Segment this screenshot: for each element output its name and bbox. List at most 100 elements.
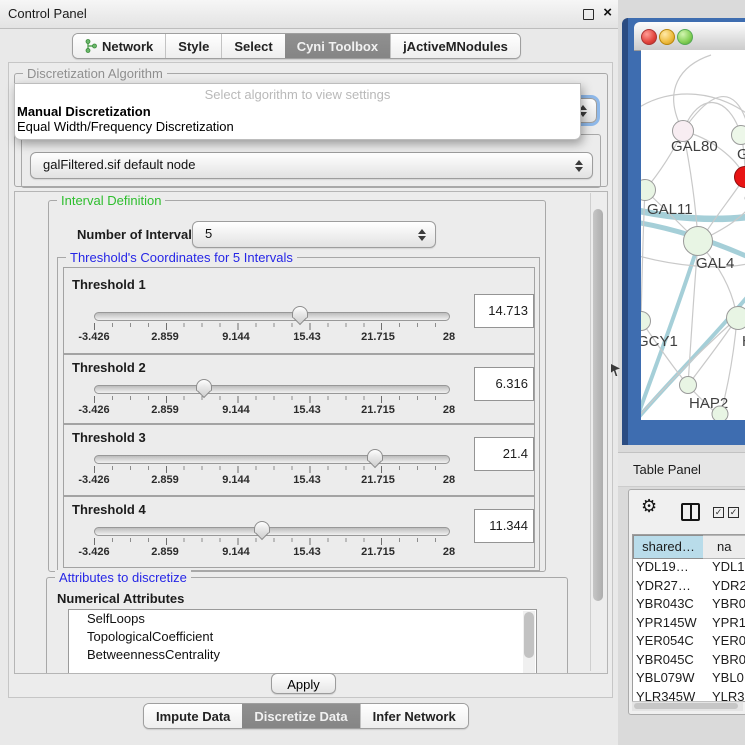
algorithm-option-equal-width[interactable]: Equal Width/Frequency Discretization: [17, 119, 234, 134]
cell[interactable]: YBL0: [712, 669, 745, 687]
table-horizontal-scrollbar[interactable]: [632, 701, 743, 711]
slider-track[interactable]: [94, 527, 450, 536]
tab-network[interactable]: Network: [73, 34, 165, 58]
cell[interactable]: YLR3: [712, 688, 745, 703]
table-row[interactable]: YBR043C YBR0: [633, 595, 745, 614]
tab-style[interactable]: Style: [165, 34, 221, 58]
scale-tick-label: 2.859: [151, 404, 179, 416]
threshold-4-value-field[interactable]: 11.344: [474, 509, 534, 543]
scrollbar-thumb[interactable]: [634, 703, 738, 709]
scale-tick-label: 21.715: [361, 404, 395, 416]
tab-infer-network[interactable]: Infer Network: [360, 704, 468, 728]
cyni-toolbox-panel: Discretization Algorithm Select algorith…: [8, 62, 613, 698]
network-node-gal4[interactable]: [683, 226, 713, 256]
threshold-4-slider[interactable]: -3.426 2.859 9.144 15.43 21.715 28: [94, 523, 450, 557]
control-panel-window: Control Panel × Network Style Select Cyn…: [0, 0, 619, 745]
threshold-coordinates-group-title: Threshold's Coordinates for 5 Intervals: [66, 250, 297, 265]
threshold-2-slider[interactable]: -3.426 2.859 9.144 15.43 21.715 28: [94, 381, 450, 415]
table-row[interactable]: YBR045C YBR0: [633, 651, 745, 670]
settings-vertical-scrollbar[interactable]: [590, 193, 606, 671]
close-traffic-light-icon[interactable]: [641, 29, 657, 45]
cell[interactable]: YDL1: [712, 558, 745, 576]
cell[interactable]: YER054C: [636, 632, 702, 650]
tab-select-label: Select: [234, 39, 272, 54]
list-item[interactable]: SelfLoops: [69, 610, 536, 628]
list-scrollbar[interactable]: [523, 611, 535, 674]
scale-tick-label: 9.144: [222, 331, 250, 343]
table-row[interactable]: YDR27… YDR2: [633, 577, 745, 596]
cell[interactable]: YBR045C: [636, 651, 702, 669]
cell[interactable]: YBR0: [712, 595, 745, 613]
float-window-icon[interactable]: [583, 9, 594, 20]
table-data-combobox[interactable]: galFiltered.sif default node: [30, 152, 593, 179]
list-item[interactable]: BetweennessCentrality: [69, 646, 536, 664]
cell[interactable]: YDR2: [712, 577, 745, 595]
list-item[interactable]: TopologicalCoefficient: [69, 628, 536, 646]
tab-impute-data[interactable]: Impute Data: [144, 704, 242, 728]
discretization-algorithm-group-title: Discretization Algorithm: [23, 66, 167, 81]
table-row[interactable]: YLR345W YLR3: [633, 688, 745, 703]
tab-discretize-data[interactable]: Discretize Data: [242, 704, 359, 728]
close-icon[interactable]: ×: [603, 4, 612, 21]
cell[interactable]: YBL079W: [636, 669, 702, 687]
slider-scale-labels: -3.426 2.859 9.144 15.43 21.715 28: [94, 331, 449, 343]
threshold-3-value-field[interactable]: 21.4: [474, 437, 534, 471]
table-row[interactable]: YBL079W YBL0: [633, 669, 745, 688]
scale-tick-label: 21.715: [361, 474, 395, 486]
tab-cyni-toolbox[interactable]: Cyni Toolbox: [285, 34, 390, 58]
cell[interactable]: YDR27…: [636, 577, 702, 595]
table-row[interactable]: YPR145W YPR1: [633, 614, 745, 633]
scale-tick-label: -3.426: [78, 331, 109, 343]
scale-tick-label: 2.859: [151, 331, 179, 343]
table-panel-title: Table Panel: [633, 453, 701, 486]
scrollbar-thumb[interactable]: [524, 612, 534, 658]
scale-tick-label: 28: [443, 474, 455, 486]
threshold-1-value-field[interactable]: 14.713: [474, 294, 534, 328]
apply-button[interactable]: Apply: [271, 673, 336, 694]
tab-select[interactable]: Select: [221, 34, 284, 58]
zoom-traffic-light-icon[interactable]: [677, 29, 693, 45]
column-header-name[interactable]: na: [703, 535, 745, 559]
table-row[interactable]: YER054C YER0: [633, 632, 745, 651]
algorithm-option-manual[interactable]: Manual Discretization: [17, 104, 151, 119]
checkbox-icon[interactable]: ✓: [728, 507, 739, 518]
node-label: G: [737, 146, 745, 163]
cell[interactable]: YPR145W: [636, 614, 702, 632]
network-node-hap2[interactable]: [679, 376, 697, 394]
slider-track[interactable]: [94, 385, 450, 394]
scrollbar-thumb[interactable]: [593, 209, 603, 601]
gear-icon[interactable]: ⚙: [641, 496, 657, 517]
numerical-attributes-listbox[interactable]: SelfLoops TopologicalCoefficient Between…: [68, 609, 537, 674]
cell[interactable]: YDL19…: [636, 558, 702, 576]
network-node-top-right[interactable]: [731, 125, 745, 145]
scale-tick-label: 2.859: [151, 474, 179, 486]
column-header-shared-name[interactable]: shared…: [633, 535, 704, 559]
threshold-2-value-field[interactable]: 6.316: [474, 367, 534, 401]
network-node-right[interactable]: [726, 306, 745, 330]
network-canvas[interactable]: GAL80 G C GAL11 GAL4 GCY1 H HAP2: [641, 50, 745, 420]
cell[interactable]: YBR043C: [636, 595, 702, 613]
slider-track[interactable]: [94, 312, 450, 321]
checkbox-icon[interactable]: ✓: [713, 507, 724, 518]
node-label: GAL80: [671, 138, 718, 155]
network-node-bottom[interactable]: [712, 406, 729, 421]
table-row[interactable]: YDL19… YDL1: [633, 558, 745, 577]
threshold-1-slider[interactable]: -3.426 2.859 9.144 15.43 21.715 28: [94, 308, 450, 342]
cell[interactable]: YBR0: [712, 651, 745, 669]
cell[interactable]: YLR345W: [636, 688, 702, 703]
tab-jactivemnodules[interactable]: jActiveMNodules: [390, 34, 520, 58]
scale-tick-label: 21.715: [361, 546, 395, 558]
table-panel-body: ⚙ ✓ ✓ shared… na YDL19… YDL1 YDR27… YDR2 Y…: [628, 489, 745, 715]
threshold-3-slider[interactable]: -3.426 2.859 9.144 15.43 21.715 28: [94, 451, 450, 485]
slider-track[interactable]: [94, 455, 450, 464]
number-of-intervals-combobox[interactable]: 5: [192, 221, 436, 248]
algorithm-popup-hint: Select algorithm to view settings: [15, 87, 580, 102]
slider-ticks: [94, 466, 449, 473]
cyni-bottom-tabbar: Impute Data Discretize Data Infer Networ…: [143, 703, 469, 729]
cell[interactable]: YPR1: [712, 614, 745, 632]
cell[interactable]: YER0: [712, 632, 745, 650]
node-attribute-table[interactable]: shared… na YDL19… YDL1 YDR27… YDR2 YBR043C…: [632, 534, 745, 702]
network-tab-icon: [85, 39, 97, 53]
columns-icon[interactable]: [681, 503, 700, 521]
minimize-traffic-light-icon[interactable]: [659, 29, 675, 45]
